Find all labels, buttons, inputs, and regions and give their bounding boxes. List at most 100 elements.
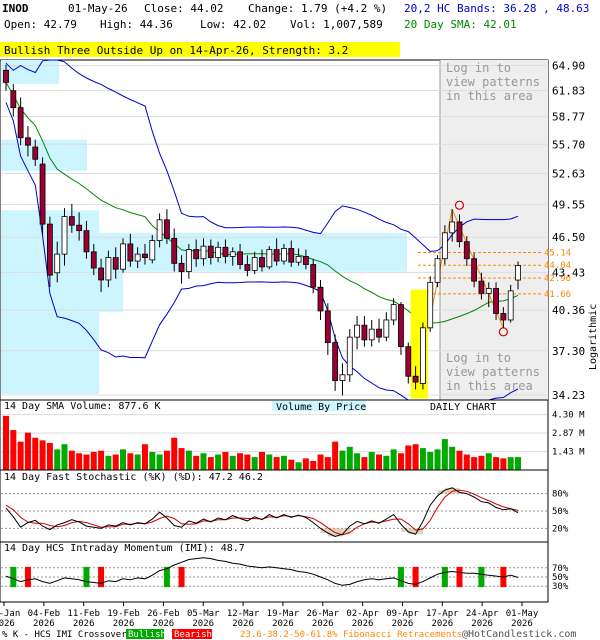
volume-bar: [273, 457, 280, 470]
candle-body: [493, 288, 499, 314]
imi-crossover-marker: [456, 566, 463, 588]
volume-bar: [507, 457, 514, 470]
footer-bearish: Bearish: [174, 630, 212, 640]
imi-crossover-marker: [478, 566, 485, 588]
volume-bar: [346, 446, 353, 470]
date-tick-label: 26-Feb: [147, 609, 180, 619]
close-value: Close: 44.02: [144, 2, 223, 15]
volume-bar: [39, 440, 46, 470]
login-text-top-2[interactable]: view patterns: [446, 75, 540, 89]
stochastic-panel: 14 Day Fast Stochastic (%K) (%D): 47.2 4…: [0, 469, 569, 543]
volume-bar: [427, 451, 434, 470]
stochastic-tick-label: 50%: [552, 507, 569, 517]
volume-bar: [339, 450, 346, 470]
stock-chart: INOD 01-May-26 Close: 44.02 Change: 1.79…: [0, 2, 599, 640]
volume-bar: [500, 458, 507, 470]
volume-bar: [32, 437, 39, 470]
date-tick-label: 29-Jan: [0, 609, 20, 619]
candle-body: [164, 219, 170, 239]
volume-panel: 14 Day SMA Volume: 877.6 K Volume By Pri…: [0, 399, 585, 471]
pattern-banner[interactable]: Bullish Three Outside Up on 14-Apr-26, S…: [4, 44, 348, 57]
volume-bar: [83, 454, 90, 470]
date-tick-year: 2026: [232, 619, 254, 629]
volume-bar: [295, 462, 302, 470]
date-tick-year: 2026: [113, 619, 135, 629]
volume-bar: [259, 451, 265, 470]
volume-bar: [222, 451, 229, 470]
volume-bar: [266, 454, 273, 470]
volume-bar: [134, 454, 141, 470]
quote-date: 01-May-26: [68, 2, 128, 15]
volume-bar: [354, 453, 361, 470]
volume-bar: [178, 448, 185, 470]
volume-bar: [215, 454, 222, 470]
date-tick-year: 2026: [153, 619, 175, 629]
candle-body: [383, 319, 390, 338]
candle-body: [200, 245, 207, 260]
volume-bar: [288, 459, 295, 470]
volume-bar: [98, 450, 105, 470]
price-tick-label: 55.70: [552, 138, 585, 151]
volume-bar: [463, 454, 470, 470]
date-tick-year: 2026: [392, 619, 414, 629]
volume-bar: [368, 451, 375, 470]
volume-bar: [76, 453, 83, 470]
volume-bar: [112, 454, 119, 470]
volume-bar: [3, 415, 9, 470]
candle-body: [156, 219, 163, 241]
date-tick-label: 05-Mar: [187, 609, 220, 619]
sma-value: 20 Day SMA: 42.01: [404, 18, 517, 31]
candle-body: [98, 267, 104, 281]
volume-bar: [237, 453, 244, 470]
stochastic-title: 14 Day Fast Stochastic (%K) (%D): 47.2 4…: [4, 472, 263, 483]
candle-body: [405, 346, 412, 377]
candle-body: [10, 90, 17, 109]
volume-bar: [46, 442, 53, 470]
candle-body: [471, 258, 478, 282]
volume-bar: [244, 454, 251, 470]
login-text-bottom-1[interactable]: Log in to: [446, 351, 511, 365]
footer-fibonacci: 23.6-38.2-50-61.8% Fibonacci Retracement…: [240, 630, 462, 640]
candle-body: [449, 221, 456, 234]
date-tick-year: 2026: [352, 619, 374, 629]
volume-bar: [68, 450, 75, 470]
volume-bar: [10, 430, 17, 470]
date-tick-year: 2026: [471, 619, 493, 629]
price-tick-label: 64.90: [552, 60, 585, 73]
date-tick-label: 24-Apr: [466, 609, 499, 619]
candle-body: [83, 230, 90, 253]
stochastic-tick-label: 80%: [552, 490, 569, 500]
volume-bar: [17, 441, 24, 470]
date-tick-year: 2026: [312, 619, 334, 629]
volume-bar: [493, 457, 500, 470]
candle-body: [105, 257, 112, 281]
volume-bar: [163, 450, 170, 470]
candle-body: [478, 280, 485, 294]
candle-body: [507, 290, 514, 321]
candle-body: [317, 286, 324, 312]
volume-bar: [390, 449, 397, 470]
candle-body: [215, 246, 222, 258]
date-tick-year: 2026: [192, 619, 214, 629]
fib-label: 41.66: [544, 290, 571, 300]
login-text-bottom-2[interactable]: view patterns: [446, 365, 540, 379]
login-text-top-3[interactable]: in this area: [446, 89, 533, 103]
volume-bar: [405, 445, 412, 470]
candle-body: [171, 237, 178, 264]
candle-body: [127, 243, 134, 262]
imi-title: 14 Day HCS Intraday Momentum (IMI): 48.7: [4, 543, 245, 554]
change-value: Change: 1.79 (+4.2 %): [248, 2, 387, 15]
candle-body: [178, 262, 185, 272]
vbp-bar: [1, 60, 59, 85]
volume-bar: [376, 454, 383, 470]
candle-body: [515, 265, 521, 281]
date-tick-year: 2026: [73, 619, 95, 629]
volume-by-price-label: Volume By Price: [276, 402, 366, 413]
date-tick-year: 2026: [431, 619, 453, 629]
imi-crossover-marker: [441, 566, 448, 588]
price-tick-label: 43.43: [552, 266, 585, 279]
login-text-bottom-3[interactable]: in this area: [446, 379, 533, 393]
login-text-top-1[interactable]: Log in to: [446, 61, 511, 75]
volume-bar: [515, 457, 521, 470]
price-tick-label: 61.83: [552, 84, 585, 97]
